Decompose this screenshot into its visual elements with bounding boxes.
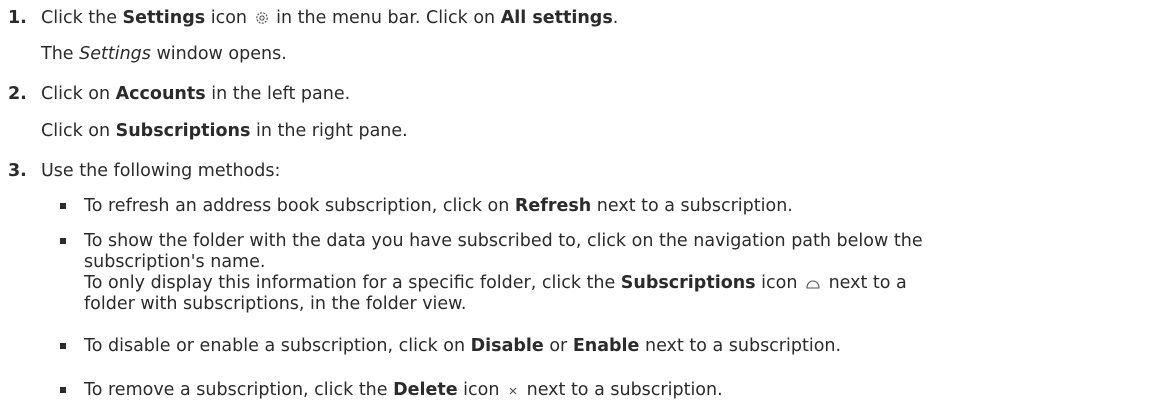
bullet [60,343,66,349]
step-2-line-2: Click on Subscriptions in the right pane… [41,119,408,143]
text: in the right pane. [250,121,408,141]
step-2-line-1: Click on Accounts in the left pane. [41,82,350,106]
text: Click on [41,121,116,141]
instructions-document: 1. Click the Settings icon in the menu b… [0,0,1156,418]
step-3-line-1: Use the following methods: [41,161,281,181]
accounts-label: Accounts [115,84,206,104]
text: To disable or enable a subscription, cli… [84,336,471,356]
text: To remove a subscription, click the [84,380,394,400]
text: Click on [41,84,116,104]
settings-label: Settings [122,8,206,28]
bullet-1-text: To refresh an address book subscription,… [84,194,793,218]
cloud-icon [806,280,820,289]
subscriptions-icon-label: Subscriptions [620,273,756,293]
step-number: 1. [8,8,27,28]
step-1-line-2: The Settings window opens. [41,42,287,66]
text: icon [755,273,798,293]
text: window opens. [150,44,287,64]
delete-label: Delete [393,380,458,400]
text: in the left pane. [205,84,351,104]
close-icon [509,387,517,395]
text: The [41,44,80,64]
text: or [543,336,573,356]
refresh-label: Refresh [514,196,592,216]
bullet [60,238,66,244]
settings-window-label: Settings [79,44,151,64]
subscriptions-label: Subscriptions [115,121,251,141]
gear-icon [255,12,268,24]
enable-label: Enable [572,336,640,356]
text: Click the [41,8,123,28]
text: To only display this information for a s… [84,273,621,293]
text: next to a subscription. [591,196,793,216]
step-number: 3. [8,161,27,181]
bullet [60,387,66,393]
text: in the menu bar. Click on [270,8,501,28]
text: next to a subscription. [521,380,723,400]
text: next to a [823,273,907,293]
step-number: 2. [8,84,27,104]
text: next to a subscription. [639,336,842,356]
text: icon [205,8,248,28]
text: icon [457,380,500,400]
text: . [612,8,619,28]
bullet [60,203,66,209]
bullet-4-text: To remove a subscription, click the Dele… [84,378,723,402]
bullet-3-text: To disable or enable a subscription, cli… [84,334,841,358]
text: To refresh an address book subscription,… [84,196,515,216]
disable-label: Disable [470,336,544,356]
bullet-2-line-4: folder with subscriptions, in the folder… [84,294,467,314]
all-settings-label: All settings [500,8,613,28]
step-1-line-1: Click the Settings icon in the menu bar.… [41,6,618,30]
